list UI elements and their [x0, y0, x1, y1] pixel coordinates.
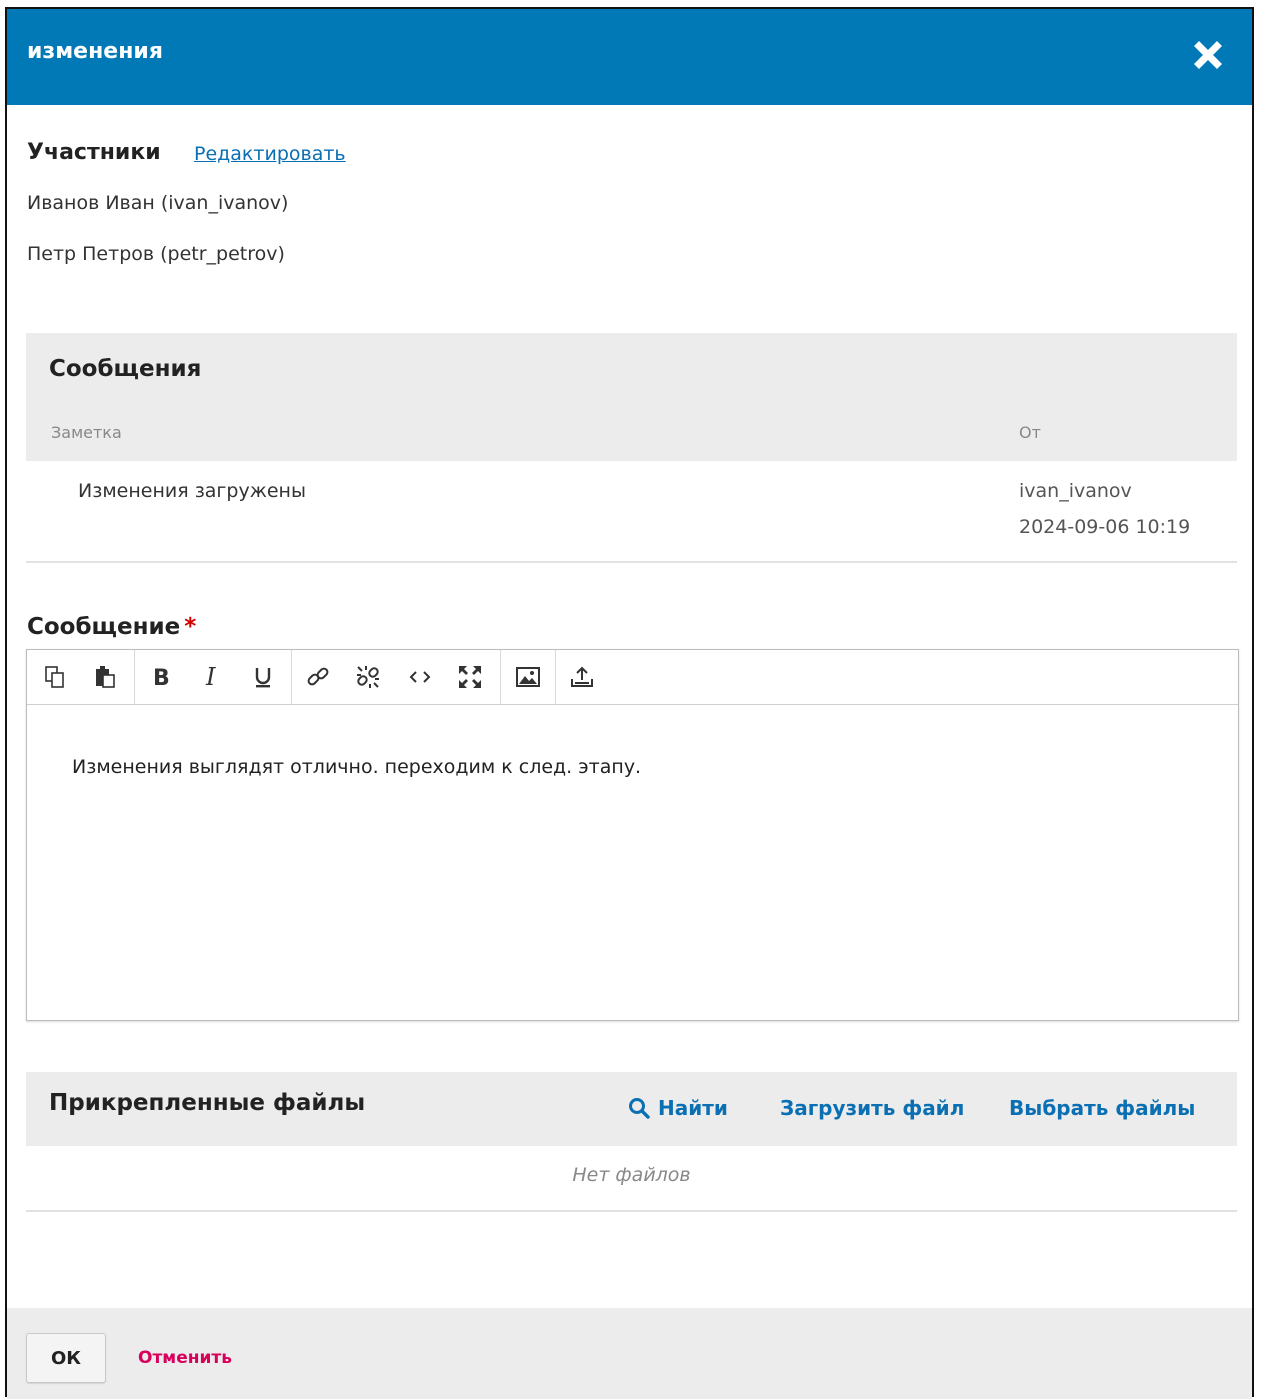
participant-item: Иванов Иван (ivan_ivanov)	[27, 192, 289, 214]
message-note: Изменения загружены	[78, 480, 306, 502]
paste-icon[interactable]	[87, 660, 123, 694]
participant-item: Петр Петров (petr_petrov)	[27, 243, 285, 265]
message-label: Сообщение *	[27, 614, 196, 640]
svg-text:B: B	[153, 666, 170, 690]
code-icon[interactable]	[402, 660, 438, 694]
attached-files-grid: Прикрепленные файлы Найти Загрузить файл…	[26, 1072, 1237, 1212]
edit-participants-link[interactable]: Редактировать	[194, 143, 346, 165]
message-editor[interactable]: B I Изменения выглядят отлично. переходи…	[26, 649, 1239, 1021]
messages-title: Сообщения	[49, 356, 202, 382]
column-note: Заметка	[51, 423, 122, 442]
toolbar-group-media	[501, 650, 556, 704]
no-files-message: Нет файлов	[572, 1164, 691, 1186]
link-icon[interactable]	[300, 660, 336, 694]
svg-text:I: I	[205, 664, 216, 690]
messages-grid: Сообщения Заметка От Изменения загружены…	[26, 333, 1237, 563]
select-files-button[interactable]: Выбрать файлы	[1009, 1096, 1195, 1120]
participants-heading: Участники	[27, 140, 161, 165]
upload-file-button[interactable]: Загрузить файл	[780, 1096, 964, 1120]
unlink-icon[interactable]	[350, 660, 386, 694]
upload-icon[interactable]	[564, 660, 600, 694]
italic-icon[interactable]: I	[195, 660, 231, 694]
underline-icon[interactable]	[245, 660, 281, 694]
dialog-header: изменения	[7, 9, 1252, 105]
toolbar-group-clipboard	[27, 650, 135, 704]
editor-toolbar: B I	[27, 650, 1238, 705]
message-label-text: Сообщение	[27, 614, 181, 640]
files-header: Прикрепленные файлы Найти Загрузить файл…	[26, 1072, 1237, 1146]
search-files-label: Найти	[658, 1096, 728, 1120]
cancel-button[interactable]: Отменить	[138, 1348, 232, 1368]
message-date: 2024-09-06 10:19	[1019, 516, 1191, 538]
editor-body[interactable]: Изменения выглядят отлично. переходим к …	[72, 756, 641, 778]
close-icon[interactable]	[1188, 35, 1228, 75]
fullscreen-icon[interactable]	[452, 660, 488, 694]
image-icon[interactable]	[510, 660, 546, 694]
copy-icon[interactable]	[37, 660, 73, 694]
dialog-footer: ОК Отменить	[7, 1308, 1252, 1399]
bold-icon[interactable]: B	[143, 660, 179, 694]
files-title: Прикрепленные файлы	[49, 1090, 366, 1116]
ok-button[interactable]: ОК	[26, 1333, 106, 1383]
message-user: ivan_ivanov	[1019, 480, 1132, 502]
dialog: изменения Участники Редактировать Иванов…	[5, 7, 1254, 1399]
messages-header: Сообщения Заметка От	[26, 333, 1237, 461]
toolbar-group-format: B I	[135, 650, 292, 704]
toolbar-group-insert	[292, 650, 501, 704]
required-marker: *	[184, 614, 197, 640]
search-icon	[628, 1097, 650, 1119]
dialog-title: изменения	[27, 39, 163, 64]
column-from: От	[1019, 423, 1041, 442]
search-files-button[interactable]: Найти	[628, 1096, 728, 1120]
